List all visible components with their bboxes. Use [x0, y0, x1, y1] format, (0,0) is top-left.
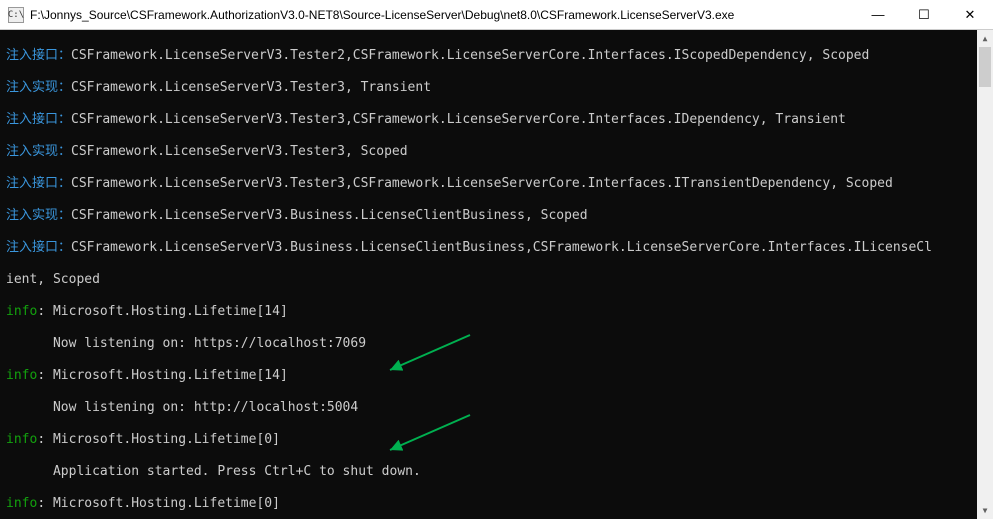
log-text: CSFramework.LicenseServerV3.Tester3,CSFr… [71, 176, 893, 191]
console-output: 注入接口：CSFramework.LicenseServerV3.Tester2… [0, 30, 993, 519]
log-prefix: 注入接口： [6, 112, 71, 127]
log-text: : Microsoft.Hosting.Lifetime[14] [37, 304, 287, 319]
minimize-button[interactable]: — [855, 0, 901, 30]
log-prefix: 注入实现： [6, 80, 71, 95]
log-text: CSFramework.LicenseServerV3.Tester3,CSFr… [71, 112, 846, 127]
log-text: : Microsoft.Hosting.Lifetime[14] [37, 368, 287, 383]
window-controls: — ☐ ✕ [855, 0, 993, 30]
vertical-scrollbar[interactable]: ▲ ▼ [977, 30, 993, 519]
maximize-button[interactable]: ☐ [901, 0, 947, 30]
log-text: : Microsoft.Hosting.Lifetime[0] [37, 432, 280, 447]
log-level-info: info [6, 368, 37, 383]
scroll-down-button[interactable]: ▼ [977, 502, 993, 519]
log-text: Now listening on: https://localhost:7069 [6, 336, 366, 351]
window-title: F:\Jonnys_Source\CSFramework.Authorizati… [30, 8, 855, 22]
log-text: CSFramework.LicenseServerV3.Tester3, Tra… [71, 80, 431, 95]
log-text: : Microsoft.Hosting.Lifetime[0] [37, 496, 280, 511]
log-text: CSFramework.LicenseServerV3.Tester2,CSFr… [71, 48, 869, 63]
log-prefix: 注入接口： [6, 240, 71, 255]
log-prefix: 注入接口： [6, 176, 71, 191]
log-level-info: info [6, 304, 37, 319]
log-text: ient, Scoped [6, 272, 100, 287]
log-prefix: 注入实现： [6, 144, 71, 159]
log-level-info: info [6, 496, 37, 511]
scroll-thumb[interactable] [979, 47, 991, 87]
scroll-up-button[interactable]: ▲ [977, 30, 993, 47]
app-icon: C:\ [8, 7, 24, 23]
close-button[interactable]: ✕ [947, 0, 993, 30]
log-text: CSFramework.LicenseServerV3.Business.Lic… [71, 208, 588, 223]
log-text: Now listening on: http://localhost:5004 [6, 400, 358, 415]
log-prefix: 注入接口： [6, 48, 71, 63]
titlebar[interactable]: C:\ F:\Jonnys_Source\CSFramework.Authori… [0, 0, 993, 30]
log-text: Application started. Press Ctrl+C to shu… [6, 464, 421, 479]
log-text: CSFramework.LicenseServerV3.Business.Lic… [71, 240, 932, 255]
log-prefix: 注入实现： [6, 208, 71, 223]
log-text: CSFramework.LicenseServerV3.Tester3, Sco… [71, 144, 408, 159]
log-level-info: info [6, 432, 37, 447]
scroll-track[interactable] [977, 47, 993, 502]
